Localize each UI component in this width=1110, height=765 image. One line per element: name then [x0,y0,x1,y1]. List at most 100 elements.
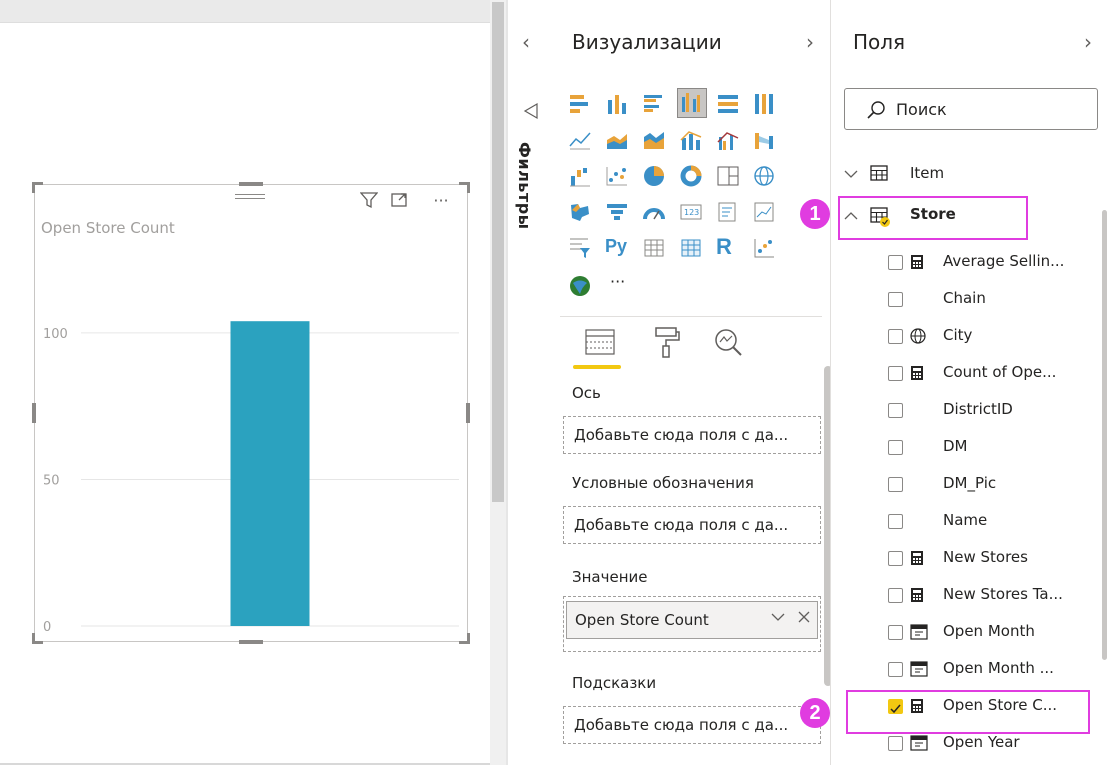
field-checkbox[interactable] [888,514,903,529]
chip-dropdown-chevron-icon[interactable] [771,610,785,628]
field-checkbox[interactable] [888,403,903,418]
field-label: City [943,326,973,344]
field-label: DistrictID [943,400,1013,418]
map-globe-icon[interactable] [752,164,776,188]
visualizations-title: Визуализации [572,30,722,54]
waterfall-chart-icon[interactable] [568,164,592,188]
fields-expand-chevron-icon[interactable]: › [1084,30,1092,54]
table-icon [870,165,888,185]
treemap-icon[interactable] [716,164,740,188]
pie-chart-icon[interactable] [642,164,666,188]
date-hierarchy-icon [910,624,928,640]
field-checkbox[interactable] [888,588,903,603]
matrix-visual-icon[interactable] [679,236,703,260]
multi-row-card-icon[interactable] [716,200,740,224]
annotation-badge-1: 1 [800,199,830,229]
field-row[interactable]: DM_Pic [844,466,1094,502]
field-row[interactable]: New Stores Ta... [844,577,1094,613]
field-checkbox[interactable] [888,366,903,381]
100-stacked-column-chart-icon[interactable] [752,92,776,116]
field-label: Average Sellin... [943,252,1065,270]
line-and-clustered-column-chart-icon[interactable] [716,128,740,152]
analytics-magnifier-icon[interactable] [710,324,746,360]
axis-drop-zone[interactable]: Добавьте сюда поля с да... [563,416,821,454]
field-label: New Stores Ta... [943,585,1063,603]
funnel-chart-icon[interactable] [605,200,629,224]
key-influencers-icon[interactable] [752,236,776,260]
field-row[interactable]: DM [844,429,1094,465]
line-chart-icon[interactable] [568,128,592,152]
field-label: Count of Ope... [943,363,1057,381]
field-label: Open Month [943,622,1035,640]
clustered-bar-chart-icon[interactable] [642,92,666,116]
card-icon[interactable]: 123 [679,200,703,224]
ribbon-chart-icon[interactable] [752,128,776,152]
slicer-icon[interactable] [568,236,592,260]
clustered-column-chart-icon[interactable] [677,88,707,118]
arcgis-map-icon[interactable] [568,274,592,298]
visualizations-expand-chevron-icon[interactable]: › [806,30,814,54]
gauge-chart-icon[interactable] [642,200,666,224]
area-chart-icon[interactable] [605,128,629,152]
legend-well-label: Условные обозначения [572,474,754,492]
field-checkbox[interactable] [888,440,903,455]
value-field-chip[interactable]: Open Store Count [566,601,818,639]
calculator-icon [910,365,926,381]
bar-chart-visual[interactable]: ··· Open Store Count 0 50 100 [32,182,470,644]
canvas-scrollbar[interactable] [490,0,506,765]
field-row[interactable]: DistrictID [844,392,1094,428]
field-row[interactable]: Chain [844,281,1094,317]
r-script-visual-icon[interactable]: R [716,234,740,259]
canvas-top-bar [0,0,490,23]
y-tick-label: 100 [43,327,68,342]
python-visual-icon[interactable]: Py [605,236,629,260]
format-paint-roller-icon[interactable] [648,324,684,360]
field-row[interactable]: City [844,318,1094,354]
fields-scrollbar[interactable] [1102,210,1107,660]
scatter-chart-icon[interactable] [605,164,629,188]
table-visual-icon[interactable] [642,236,666,260]
field-row[interactable]: Name [844,503,1094,539]
value-field-chip-label: Open Store Count [575,611,709,629]
filters-collapse-chevron-icon[interactable]: ‹ [522,30,530,54]
field-checkbox[interactable] [888,551,903,566]
100-stacked-bar-chart-icon[interactable] [716,92,740,116]
filters-pane-label[interactable]: Фильтры [515,142,534,230]
field-checkbox[interactable] [888,255,903,270]
highlight-open-store-count [846,690,1090,734]
filled-map-icon[interactable] [568,200,592,224]
field-row[interactable]: Count of Ope... [844,355,1094,391]
field-row[interactable]: Open Month [844,614,1094,650]
expand-chevron-icon[interactable] [844,166,858,185]
gallery-separator [560,316,822,317]
line-and-stacked-column-chart-icon[interactable] [679,128,703,152]
field-checkbox[interactable] [888,477,903,492]
field-checkbox[interactable] [888,292,903,307]
search-icon [866,100,886,124]
field-label: Chain [943,289,986,307]
legend-drop-zone[interactable]: Добавьте сюда поля с да... [563,506,821,544]
field-checkbox[interactable] [888,662,903,677]
chip-remove-icon[interactable] [797,610,811,628]
field-checkbox[interactable] [888,736,903,751]
filters-pane-icon[interactable] [522,102,540,124]
stacked-column-chart-icon[interactable] [605,92,629,116]
field-checkbox[interactable] [888,329,903,344]
tooltips-drop-zone[interactable]: Добавьте сюда поля с да... [563,706,821,744]
report-canvas[interactable]: ··· Open Store Count 0 50 100 [0,0,490,765]
chart-bar[interactable] [230,321,310,626]
fields-tab-icon[interactable] [582,324,618,360]
field-row[interactable]: New Stores [844,540,1094,576]
donut-chart-icon[interactable] [679,164,703,188]
kpi-icon[interactable] [752,200,776,224]
field-row[interactable]: Average Sellin... [844,244,1094,280]
field-checkbox[interactable] [888,625,903,640]
field-row[interactable]: Open Month ... [844,651,1094,687]
canvas-scrollbar-thumb[interactable] [492,2,504,502]
y-tick-label: 0 [43,620,51,635]
more-visuals-icon[interactable]: ··· [610,272,634,296]
stacked-area-chart-icon[interactable] [642,128,666,152]
chart-plot-area: 0 50 100 [43,321,459,635]
table-item-row[interactable]: Item [844,156,1094,192]
stacked-bar-chart-icon[interactable] [568,92,592,116]
